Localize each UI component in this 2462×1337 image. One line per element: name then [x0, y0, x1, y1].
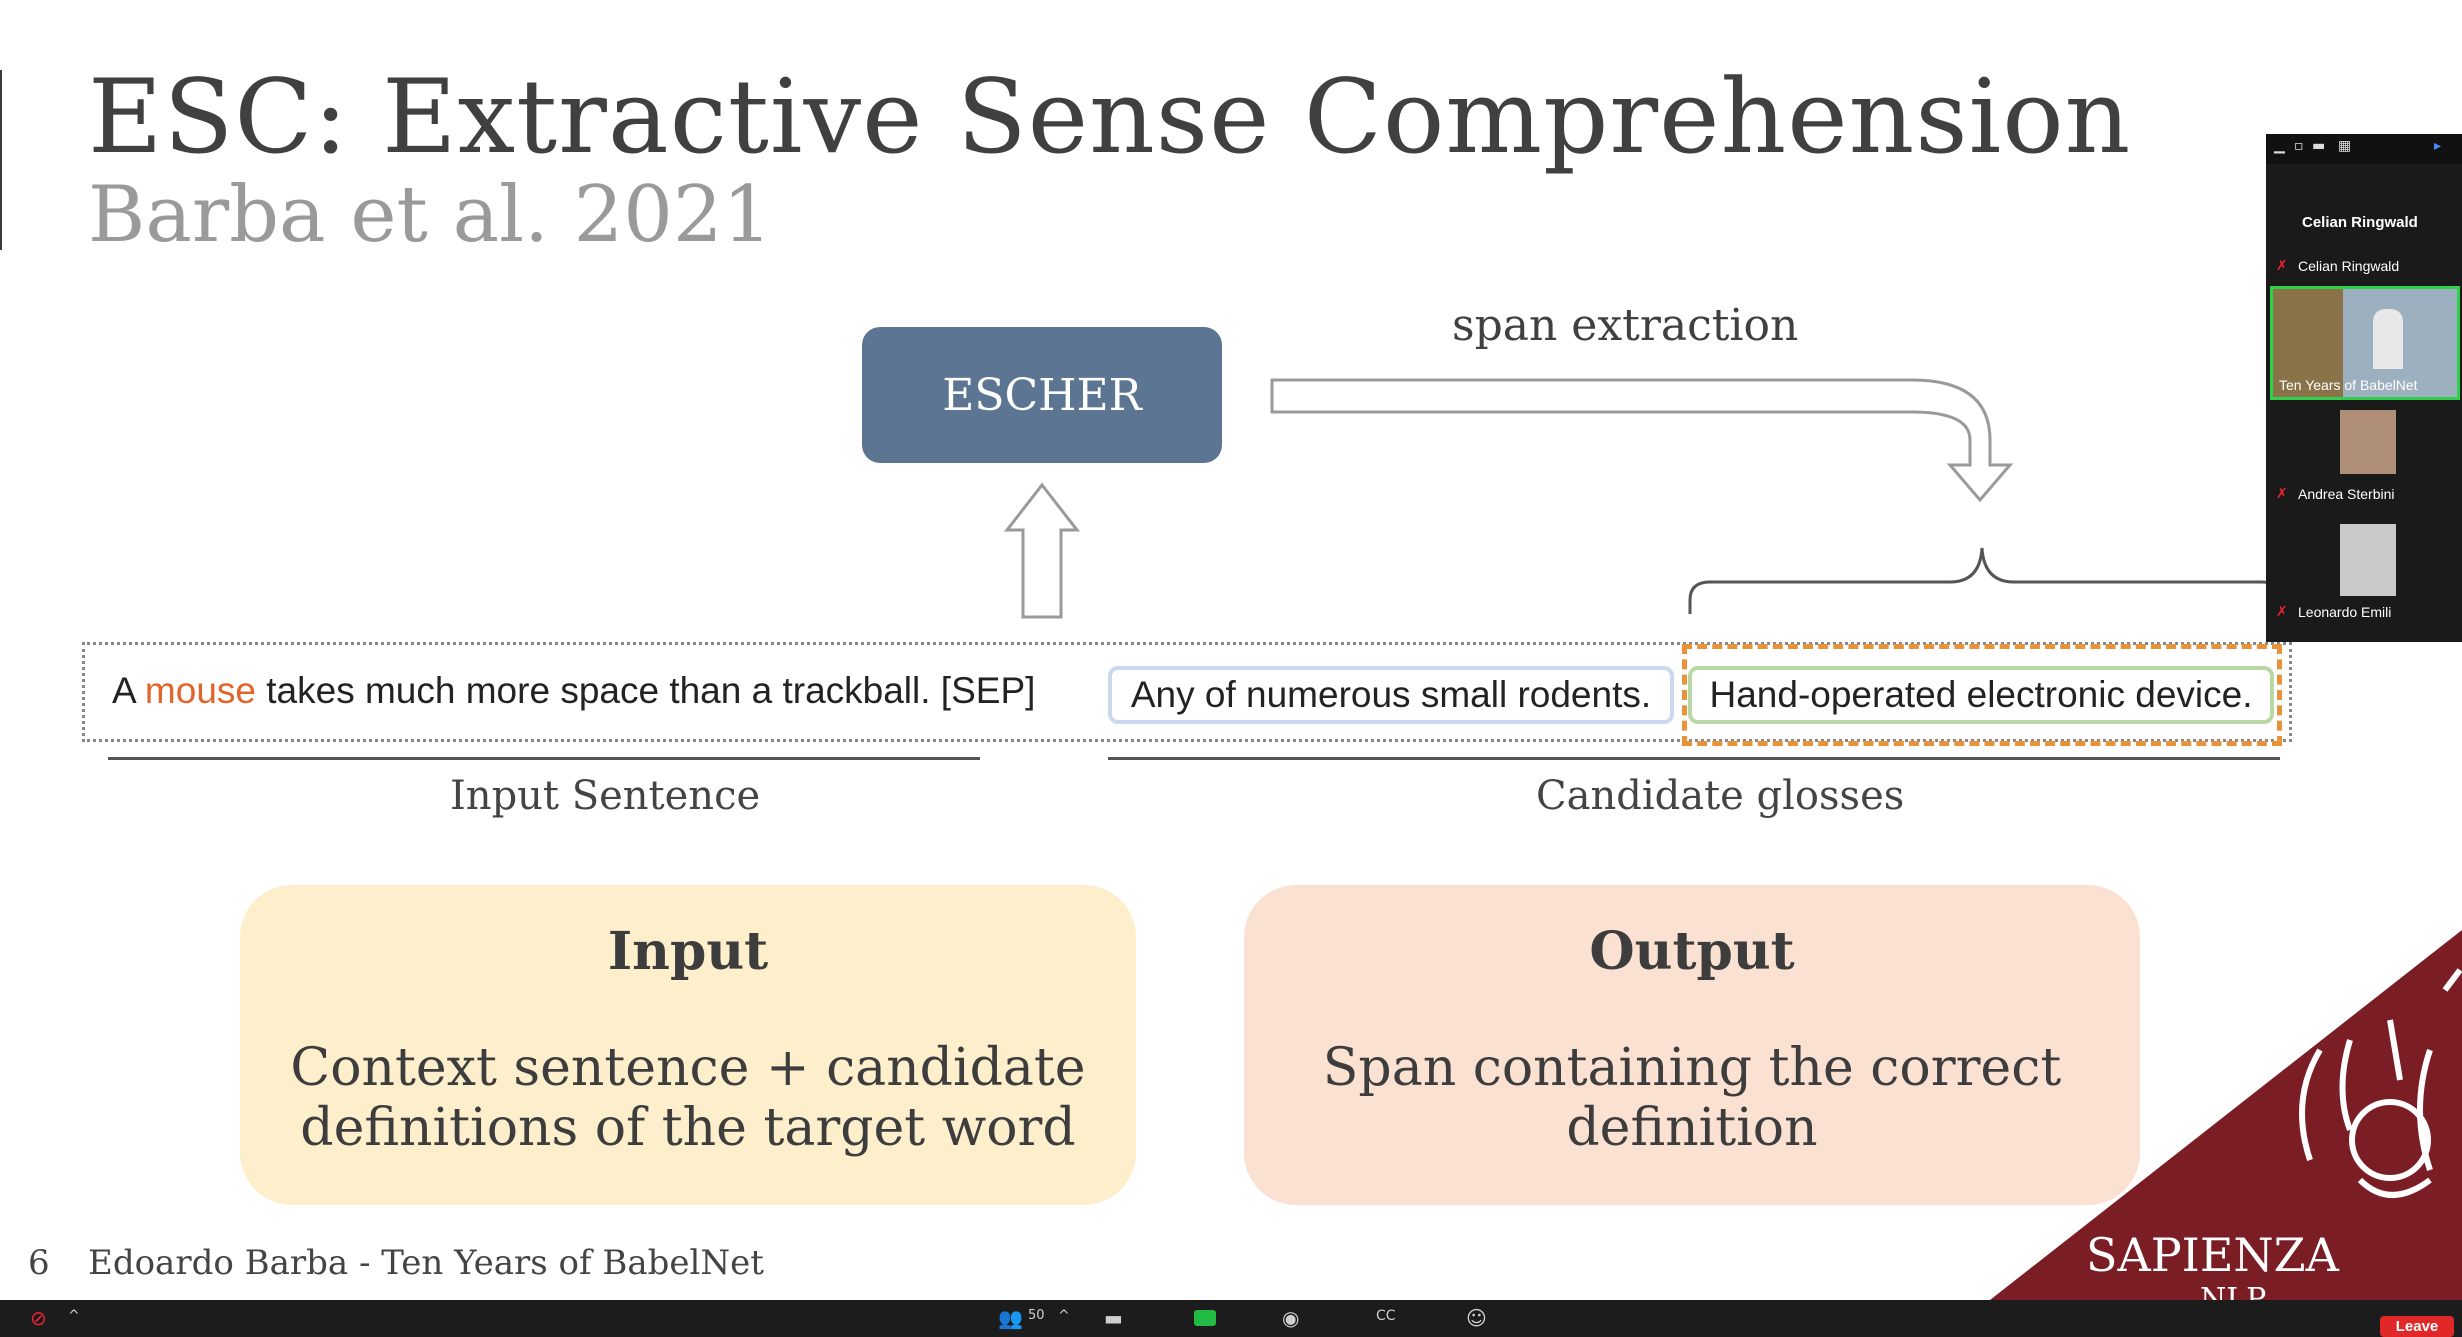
slide-number: 6	[28, 1243, 50, 1283]
participants-icon[interactable]: 👥	[998, 1306, 1023, 1330]
meeting-toolbar: ⊘ ^ 👥 50 ^ ▬ ◉ CC ☺ Leave	[0, 1300, 2462, 1337]
output-card-body: Span containing the correct definition	[1322, 1038, 2062, 1158]
mic-muted-icon: ✗	[2276, 258, 2288, 274]
panel-top-bar: ▁ ▫ ▬ ▦ ▸	[2266, 134, 2462, 164]
share-screen-icon[interactable]	[1194, 1310, 1216, 1326]
expand-icon[interactable]: ▸	[2434, 138, 2441, 154]
participants-panel: ▁ ▫ ▬ ▦ ▸ Celian Ringwald ✗ Celian Ringw…	[2266, 134, 2462, 642]
target-word: mouse	[144, 670, 256, 711]
gloss-2: Hand-operated electronic device.	[1688, 666, 2274, 724]
sentence-prefix: A	[112, 670, 145, 711]
reactions-icon[interactable]: ☺	[1466, 1306, 1487, 1330]
logo-subtext: NLP	[2200, 1282, 2267, 1300]
mic-muted-icon: ✗	[2276, 486, 2288, 502]
participant-avatar	[2340, 524, 2396, 596]
logo-text: SAPIENZA	[2086, 1228, 2339, 1282]
input-sentence-label: Input Sentence	[450, 773, 761, 819]
participant-name: Ten Years of BabelNet	[2279, 377, 2418, 393]
participant-tile-1[interactable]: ✗ Celian Ringwald	[2270, 256, 2458, 278]
chevron-up-icon[interactable]: ^	[1058, 1308, 1070, 1324]
sentence-rest: takes much more space than a trackball. …	[255, 670, 1036, 711]
candidate-glosses-underline	[1108, 757, 2280, 760]
candidate-glosses-label: Candidate glosses	[1536, 773, 1905, 819]
minimize-icon[interactable]: ▁	[2274, 138, 2285, 154]
leave-button[interactable]: Leave	[2380, 1316, 2454, 1337]
up-arrow-icon	[1003, 482, 1081, 619]
chat-icon[interactable]: ▬	[1104, 1306, 1123, 1330]
participant-name: Andrea Sterbini	[2298, 486, 2395, 502]
speaker-view-icon[interactable]: ▬	[2312, 138, 2325, 154]
window-icon[interactable]: ▫	[2294, 138, 2304, 154]
participant-tile-3[interactable]: ✗ Andrea Sterbini	[2270, 406, 2458, 516]
participant-tile-2[interactable]: Ten Years of BabelNet	[2270, 286, 2460, 400]
participant-name: Leonardo Emili	[2298, 604, 2392, 620]
chevron-up-icon[interactable]: ^	[68, 1308, 80, 1324]
input-card-body: Context sentence + candidate definitions…	[290, 1038, 1086, 1158]
brace-icon	[1688, 547, 2284, 614]
gallery-view-icon[interactable]: ▦	[2338, 138, 2351, 154]
input-sentence-underline	[108, 757, 980, 760]
active-speaker-name: Celian Ringwald	[2302, 214, 2418, 231]
video-off-icon[interactable]: ⊘	[30, 1306, 47, 1330]
record-icon[interactable]: ◉	[1282, 1306, 1299, 1330]
captions-icon[interactable]: CC	[1376, 1308, 1396, 1324]
input-card: Input Context sentence + candidate defin…	[240, 885, 1136, 1205]
span-extraction-label: span extraction	[1452, 300, 1799, 351]
mic-muted-icon: ✗	[2276, 604, 2288, 620]
participant-avatar	[2340, 410, 2396, 474]
input-card-heading: Input	[607, 921, 769, 982]
slide-footer: Edoardo Barba - Ten Years of BabelNet	[88, 1243, 764, 1283]
participant-tile-4[interactable]: ✗ Leonardo Emili	[2270, 520, 2458, 638]
input-sentence: A mouse takes much more space than a tra…	[112, 670, 1035, 712]
slide: ESC: Extractive Sense Comprehension Barb…	[0, 0, 2462, 1300]
span-extraction-arrow-icon	[1270, 378, 2014, 503]
video-person	[2373, 309, 2403, 369]
gloss-1: Any of numerous small rodents.	[1108, 666, 1674, 724]
participant-name: Celian Ringwald	[2298, 258, 2400, 274]
participants-count: 50	[1028, 1308, 1045, 1323]
